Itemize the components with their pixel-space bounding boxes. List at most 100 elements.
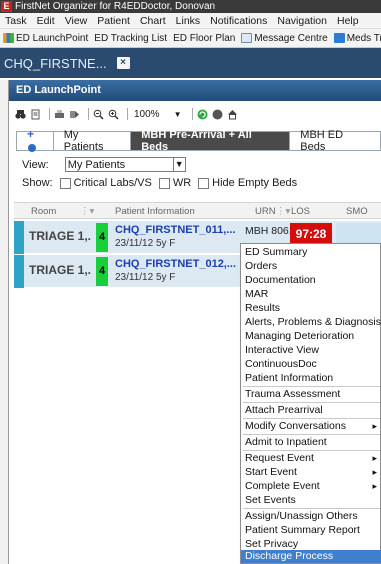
menu-item-request-event[interactable]: Request Event xyxy=(241,452,381,465)
menu-item-managing-deterioration[interactable]: Managing Deterioration xyxy=(241,330,381,343)
launchpoint-icon xyxy=(3,33,14,43)
show-filter-row: Show: Critical Labs/VS WR Hide Empty Bed… xyxy=(22,177,297,189)
toolbar-meds-transfer[interactable]: Meds Transfer R xyxy=(331,33,381,44)
menu-navigation[interactable]: Navigation xyxy=(272,15,332,27)
document-icon[interactable] xyxy=(30,109,41,120)
menu-notifications[interactable]: Notifications xyxy=(205,15,272,27)
view-label: View: xyxy=(22,158,49,171)
menu-separator xyxy=(243,508,380,509)
page-title: ED LaunchPoint xyxy=(9,80,381,101)
toolbar-divider xyxy=(191,108,193,120)
sort-icon[interactable]: ⋮▾ xyxy=(276,206,290,217)
menu-item-mar[interactable]: MAR xyxy=(241,288,381,301)
menu-chart[interactable]: Chart xyxy=(135,15,171,27)
menu-patient[interactable]: Patient xyxy=(92,15,135,27)
row-status-stripe xyxy=(14,221,24,254)
print-icon[interactable] xyxy=(54,109,65,120)
menu-separator xyxy=(243,434,380,435)
room-cell: TRIAGE 1,. xyxy=(29,229,92,243)
zoom-out-icon[interactable] xyxy=(93,109,104,120)
window-title-bar: E FirstNet Organizer for R4EDDoctor, Don… xyxy=(0,0,381,13)
column-header-room[interactable]: Room xyxy=(31,206,56,217)
window-title: FirstNet Organizer for R4EDDoctor, Donov… xyxy=(15,1,216,12)
patient-context-menu: ED Summary Orders Documentation MAR Resu… xyxy=(240,243,381,564)
zoom-in-icon[interactable] xyxy=(108,109,119,120)
refresh-icon[interactable] xyxy=(197,109,208,120)
menu-item-patient-information[interactable]: Patient Information xyxy=(241,372,381,385)
menu-bar: Task Edit View Patient Chart Links Notif… xyxy=(0,13,381,29)
menu-item-assign-unassign-others[interactable]: Assign/Unassign Others xyxy=(241,510,381,523)
menu-links[interactable]: Links xyxy=(171,15,206,27)
menu-item-results[interactable]: Results xyxy=(241,302,381,315)
add-patient-list-button[interactable]: + xyxy=(16,127,53,152)
firstnet-app-icon: E xyxy=(1,1,12,12)
patient-name-link[interactable]: CHQ_FIRSTNET_012,... xyxy=(115,258,236,270)
toolbar-ed-launchpoint[interactable]: ED LaunchPoint xyxy=(0,33,91,44)
message-icon xyxy=(241,33,253,43)
menu-separator xyxy=(243,402,380,403)
menu-item-orders[interactable]: Orders xyxy=(241,260,381,273)
next-icon[interactable] xyxy=(69,109,80,120)
tab-mbh-ed-beds[interactable]: MBH ED Beds xyxy=(289,129,381,153)
menu-help[interactable]: Help xyxy=(332,15,364,27)
menu-item-alerts-problems-diagnosis[interactable]: Alerts, Problems & Diagnosis xyxy=(241,316,381,329)
view-filter-row: View: My Patients ▼ xyxy=(22,157,186,172)
room-cell: TRIAGE 1,. xyxy=(29,263,92,277)
menu-task[interactable]: Task xyxy=(0,15,32,27)
chevron-down-icon[interactable]: ▼ xyxy=(174,110,182,119)
column-header-patient-information[interactable]: Patient Information xyxy=(115,206,195,217)
menu-item-interactive-view[interactable]: Interactive View xyxy=(241,344,381,357)
meds-icon xyxy=(333,33,345,43)
column-header-smo[interactable]: SMO xyxy=(346,206,368,217)
menu-item-modify-conversations[interactable]: Modify Conversations xyxy=(241,420,381,433)
column-header-urn[interactable]: URN xyxy=(255,206,276,217)
hide-empty-beds-label: Hide Empty Beds xyxy=(212,177,298,189)
close-icon[interactable]: × xyxy=(116,57,130,69)
toolbar-divider xyxy=(127,108,128,120)
chevron-down-icon[interactable]: ▼ xyxy=(172,158,185,171)
toolbar-message-centre[interactable]: Message Centre xyxy=(238,33,330,44)
binoculars-icon[interactable] xyxy=(15,109,26,120)
launchpoint-toolbar: 100% ▼ xyxy=(9,104,381,124)
menu-item-set-events[interactable]: Set Events xyxy=(241,494,381,507)
patient-list-tabs: + My Patients MBH Pre-Arrival + All Beds… xyxy=(16,127,381,153)
sort-icon[interactable]: ⋮▾ xyxy=(80,206,94,217)
menu-item-documentation[interactable]: Documentation xyxy=(241,274,381,287)
tab-my-patients[interactable]: My Patients xyxy=(52,129,131,153)
wr-checkbox[interactable] xyxy=(158,177,170,189)
toolbar-divider xyxy=(49,108,50,120)
menu-item-continuousdoc[interactable]: ContinuousDoc xyxy=(241,358,381,371)
patient-dob: 23/11/12 5y F xyxy=(115,238,176,249)
menu-edit[interactable]: Edit xyxy=(32,15,60,27)
hide-empty-beds-checkbox[interactable] xyxy=(198,177,210,189)
stop-icon[interactable] xyxy=(212,109,223,120)
critical-labs-checkbox[interactable] xyxy=(59,177,71,189)
row-status-stripe xyxy=(14,255,24,288)
main-toolbar: ED LaunchPoint ED Tracking List ED Floor… xyxy=(0,29,381,48)
menu-separator xyxy=(243,418,380,419)
column-header-los[interactable]: LOS xyxy=(291,206,310,217)
view-dropdown[interactable]: My Patients ▼ xyxy=(64,157,186,172)
acuity-badge: 4 xyxy=(96,223,108,252)
menu-item-admit-to-inpatient[interactable]: Admit to Inpatient xyxy=(241,436,381,449)
menu-separator xyxy=(243,386,380,387)
zoom-level[interactable]: 100% xyxy=(134,109,160,120)
menu-view[interactable]: View xyxy=(60,15,93,27)
menu-item-discharge-process[interactable]: Discharge Process xyxy=(241,550,381,563)
patient-chart-tab[interactable]: CHQ_FIRSTNE... × xyxy=(0,56,130,71)
view-dropdown-value: My Patients xyxy=(67,158,126,171)
show-label: Show: xyxy=(22,177,53,189)
menu-item-ed-summary[interactable]: ED Summary xyxy=(241,246,381,259)
menu-item-attach-prearrival[interactable]: Attach Prearrival xyxy=(241,404,381,417)
toolbar-ed-tracking-list[interactable]: ED Tracking List xyxy=(91,33,170,44)
menu-item-trauma-assessment[interactable]: Trauma Assessment xyxy=(241,388,381,401)
menu-item-start-event[interactable]: Start Event xyxy=(241,466,381,479)
menu-item-patient-summary-report[interactable]: Patient Summary Report xyxy=(241,524,381,537)
patient-dob: 23/11/12 5y F xyxy=(115,272,176,283)
patient-name-link[interactable]: CHQ_FIRSTNET_011,... xyxy=(115,224,235,236)
toolbar-ed-floor-plan[interactable]: ED Floor Plan xyxy=(170,33,238,44)
menu-item-complete-event[interactable]: Complete Event xyxy=(241,480,381,493)
tab-mbh-pre-arrival-all-beds[interactable]: MBH Pre-Arrival + All Beds xyxy=(130,129,290,153)
patient-grid-header: Room ⋮▾ Patient Information URN ⋮▾ LOS S… xyxy=(14,202,381,219)
home-icon[interactable] xyxy=(227,109,238,120)
